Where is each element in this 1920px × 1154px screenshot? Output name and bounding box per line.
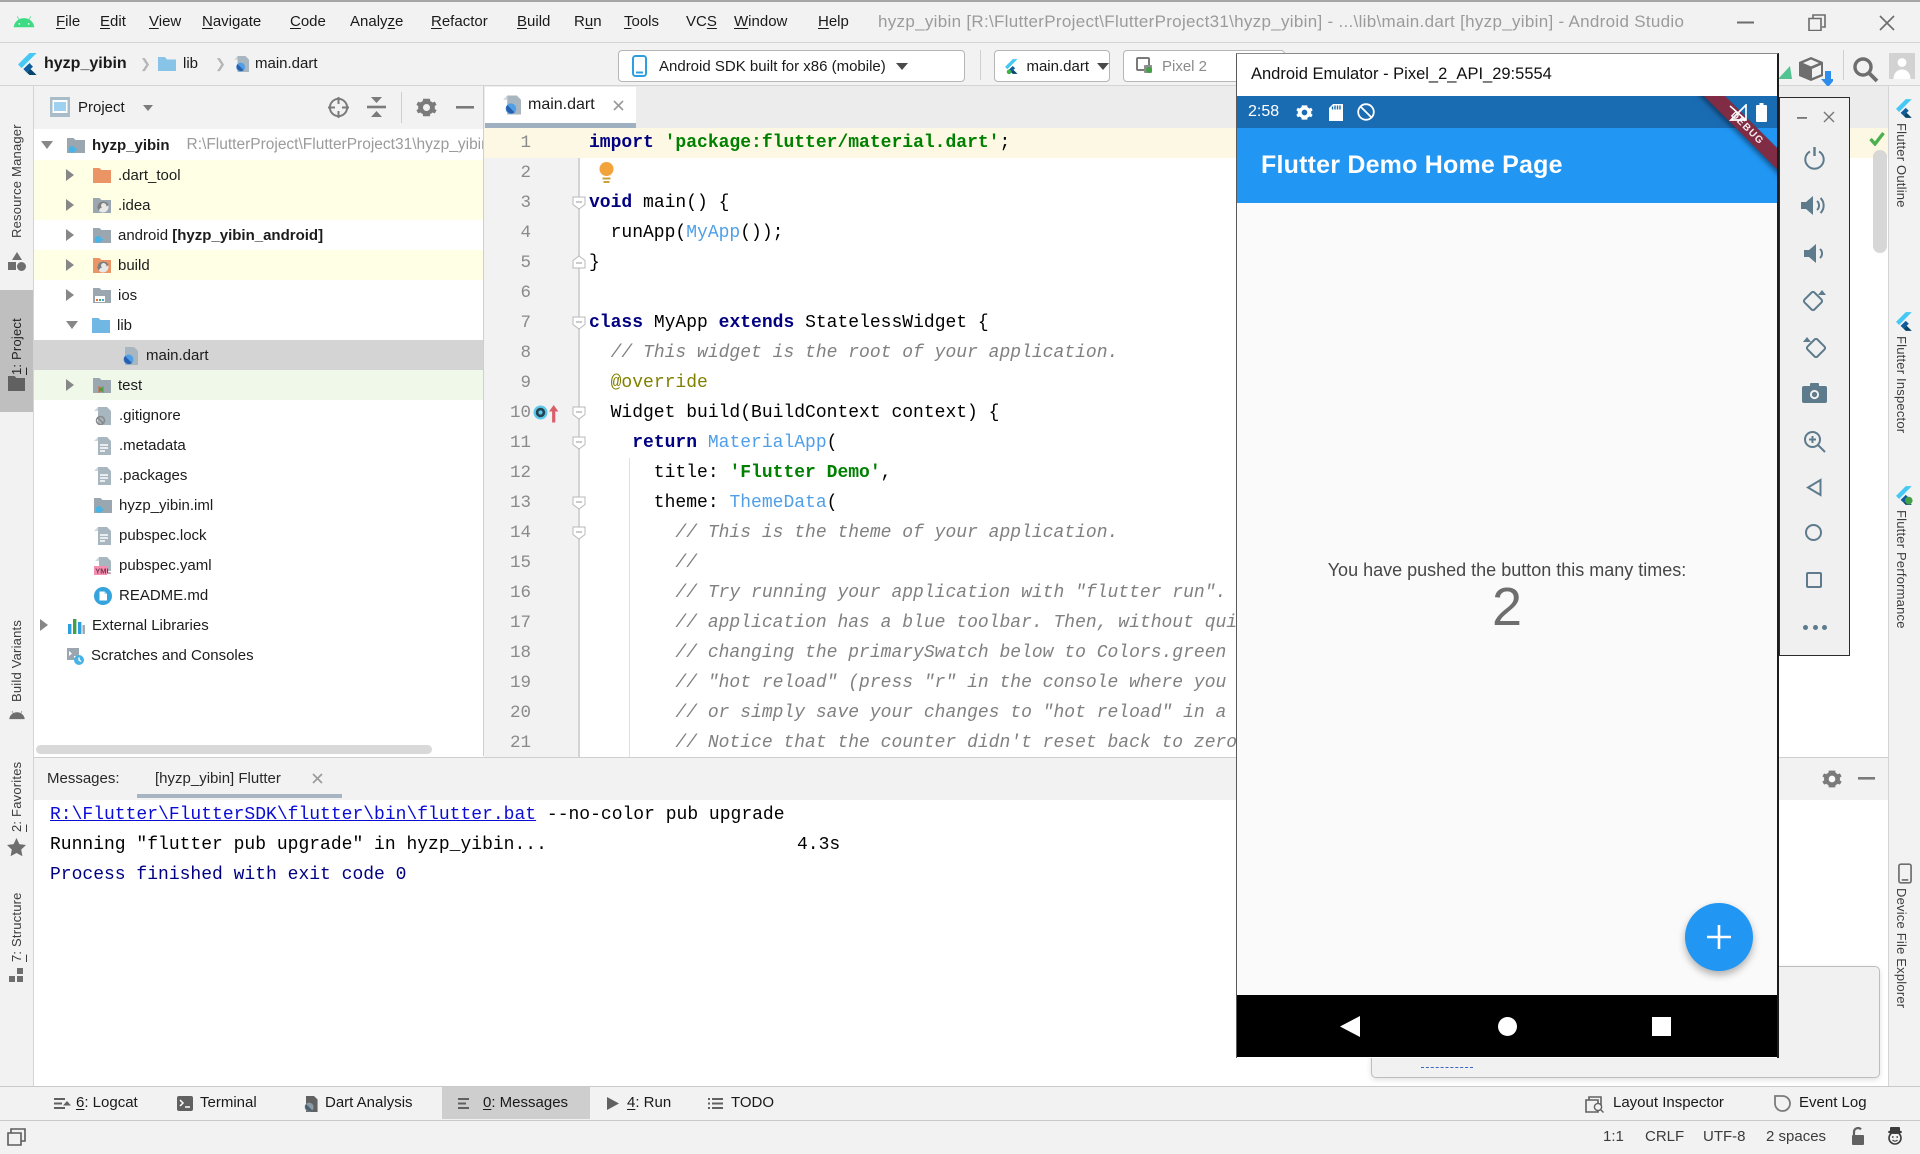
svg-text:YML: YML [95, 566, 111, 575]
